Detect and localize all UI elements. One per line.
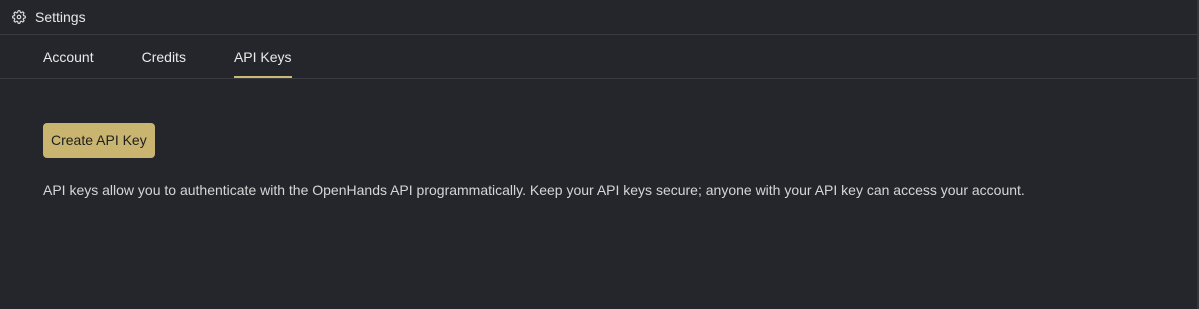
gear-icon <box>11 9 27 25</box>
page-title: Settings <box>35 9 86 25</box>
tab-api-keys[interactable]: API Keys <box>233 35 292 78</box>
settings-window: Settings Account Credits API Keys Create… <box>0 0 1199 309</box>
api-keys-panel: Create API Key API keys allow you to aut… <box>0 79 1197 198</box>
tab-credits[interactable]: Credits <box>142 35 186 78</box>
api-keys-description: API keys allow you to authenticate with … <box>43 182 1025 198</box>
settings-header: Settings <box>0 0 1197 35</box>
tab-account[interactable]: Account <box>43 35 94 78</box>
create-api-key-button[interactable]: Create API Key <box>43 123 155 158</box>
settings-tabs: Account Credits API Keys <box>0 35 1197 79</box>
